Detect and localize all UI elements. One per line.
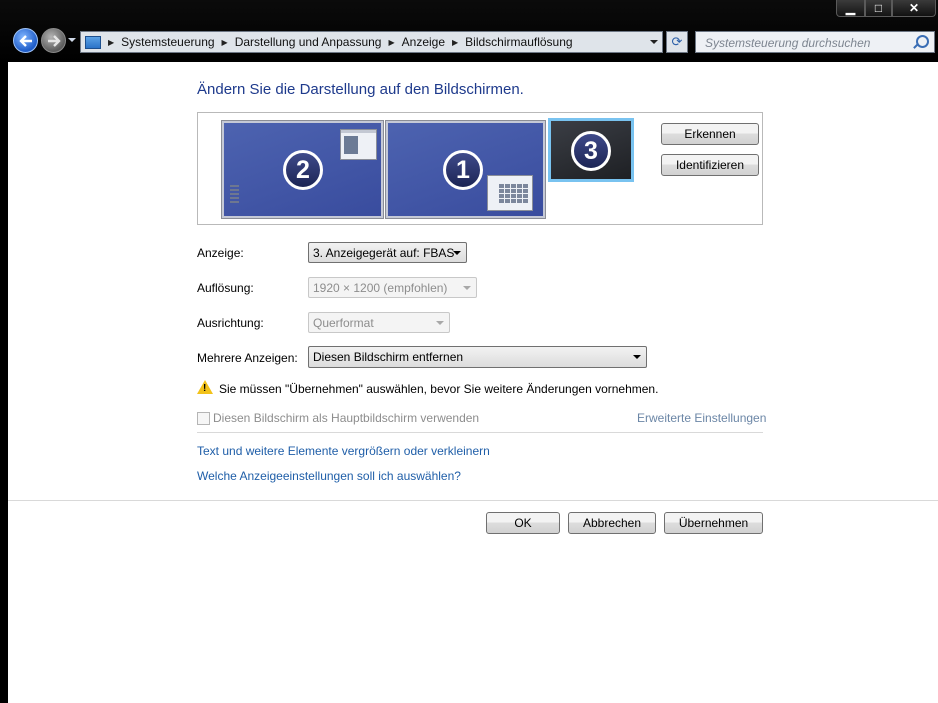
warning-exclamation-icon: !: [203, 383, 207, 394]
orientation-select: Querformat: [308, 312, 450, 333]
breadcrumb-separator-icon[interactable]: ▶: [222, 38, 228, 47]
forward-button[interactable]: [41, 28, 66, 53]
monitor-number-3: 3: [571, 131, 611, 171]
control-panel-icon: [85, 35, 101, 49]
monitor-3-selected[interactable]: 3: [548, 118, 634, 182]
which-settings-link[interactable]: Welche Anzeigeeinstellungen soll ich aus…: [197, 469, 461, 483]
multiple-displays-select-value: Diesen Bildschirm entfernen: [313, 350, 464, 364]
resolution-select-value: 1920 × 1200 (empfohlen): [313, 280, 448, 295]
window-thumbnail: [487, 175, 533, 211]
breadcrumb-systemsteuerung[interactable]: Systemsteuerung: [121, 35, 214, 49]
orientation-label: Ausrichtung:: [197, 316, 264, 330]
minimize-button[interactable]: ▁: [836, 0, 865, 17]
search-box[interactable]: [695, 31, 935, 53]
refresh-button[interactable]: ⟳: [666, 31, 688, 53]
breadcrumb-separator-icon: ▶: [108, 37, 115, 47]
detect-button[interactable]: Erkennen: [661, 123, 759, 145]
arrow-right-icon: [47, 34, 61, 47]
chevron-down-icon: [453, 251, 461, 255]
ok-button[interactable]: OK: [486, 512, 560, 534]
monitor-1[interactable]: 1: [385, 120, 546, 219]
address-bar[interactable]: ▶ Systemsteuerung ▶ Darstellung und Anpa…: [80, 31, 663, 53]
search-input[interactable]: [703, 33, 917, 53]
display-label: Anzeige:: [197, 246, 244, 260]
close-icon: ✕: [908, 1, 920, 15]
close-button[interactable]: ✕: [892, 0, 936, 17]
start-menu-grid-icon: [499, 184, 528, 203]
breadcrumb-darstellung[interactable]: Darstellung und Anpassung: [235, 35, 382, 49]
display-select-value: 3. Anzeigegerät auf: FBAS: [313, 245, 455, 260]
resolution-label: Auflösung:: [197, 281, 254, 295]
monitor-arrangement: 2 1 3 Erkennen Identifizieren: [197, 112, 763, 225]
window-thumbnail: [340, 129, 377, 160]
chevron-down-icon: [463, 286, 471, 290]
main-content: Ändern Sie die Darstellung auf den Bilds…: [8, 62, 938, 703]
cancel-button[interactable]: Abbrechen: [568, 512, 656, 534]
chevron-down-icon: [633, 355, 641, 359]
text-size-link[interactable]: Text und weitere Elemente vergrößern ode…: [197, 444, 490, 458]
monitor-number-2: 2: [283, 150, 323, 190]
control-panel-window: ▁ □ ✕ ▶ Systemsteuerung ▶ Darstellung un…: [0, 0, 938, 703]
search-icon[interactable]: [916, 35, 929, 48]
multiple-displays-select[interactable]: Diesen Bildschirm entfernen: [308, 346, 647, 368]
primary-display-checkbox[interactable]: [197, 412, 210, 425]
primary-display-label: Diesen Bildschirm als Hauptbildschirm ve…: [213, 411, 480, 425]
page-title: Ändern Sie die Darstellung auf den Bilds…: [197, 81, 524, 98]
recent-pages-dropdown-icon[interactable]: [68, 38, 76, 42]
orientation-select-value: Querformat: [313, 315, 374, 330]
breadcrumb-separator-icon[interactable]: ▶: [388, 38, 394, 47]
back-button[interactable]: [13, 28, 38, 53]
monitor-number-1: 1: [443, 150, 483, 190]
refresh-icon: ⟳: [671, 34, 683, 49]
monitor-2[interactable]: 2: [221, 120, 384, 219]
breadcrumb-anzeige[interactable]: Anzeige: [402, 35, 445, 49]
divider: [197, 432, 763, 433]
advanced-settings-link[interactable]: Erweiterte Einstellungen: [637, 411, 766, 425]
arrow-left-icon: [18, 34, 32, 47]
footer-divider: [8, 500, 938, 501]
chevron-down-icon: [436, 321, 444, 325]
resolution-select: 1920 × 1200 (empfohlen): [308, 277, 477, 298]
maximize-button[interactable]: □: [865, 0, 892, 17]
apply-button[interactable]: Übernehmen: [664, 512, 763, 534]
address-dropdown-icon[interactable]: [650, 40, 658, 44]
breadcrumb-bildschirmaufloesung[interactable]: Bildschirmauflösung: [465, 35, 572, 49]
warning-text: Sie müssen "Übernehmen" auswählen, bevor…: [219, 382, 659, 396]
identify-button[interactable]: Identifizieren: [661, 154, 759, 176]
window-chrome: ▁ □ ✕ ▶ Systemsteuerung ▶ Darstellung un…: [0, 0, 938, 62]
maximize-icon: □: [874, 1, 883, 15]
breadcrumb-separator-icon[interactable]: ▶: [452, 38, 458, 47]
document-icon: [230, 185, 239, 203]
multiple-displays-label: Mehrere Anzeigen:: [197, 351, 298, 365]
minimize-icon: ▁: [845, 1, 856, 15]
display-select[interactable]: 3. Anzeigegerät auf: FBAS: [308, 242, 467, 263]
